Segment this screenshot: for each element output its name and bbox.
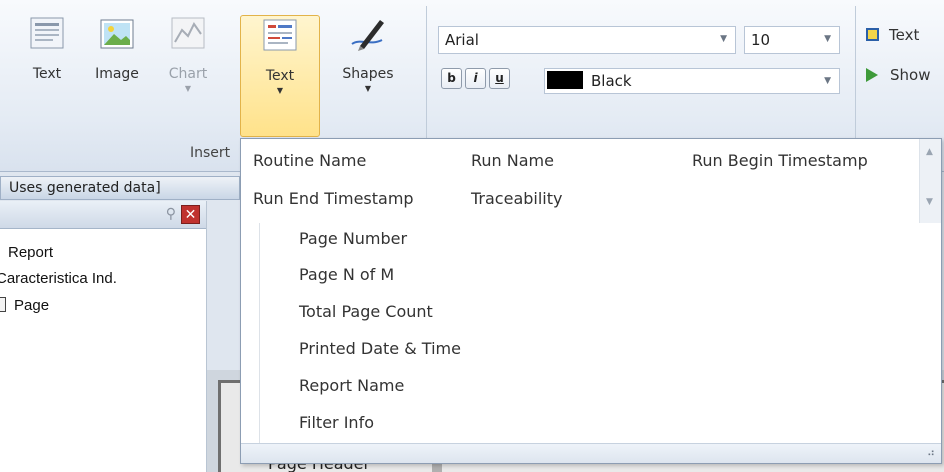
show-arrow-icon (866, 68, 878, 82)
chevron-down-icon: ▼ (276, 86, 284, 95)
shapes-pen-icon (351, 20, 384, 51)
menu-item-run-end-timestamp[interactable]: Run End Timestamp (253, 189, 414, 208)
menu-item-page-number[interactable]: Page Number (299, 229, 407, 248)
insert-text-button[interactable]: Text (20, 16, 74, 82)
menu-item-run-begin-timestamp[interactable]: Run Begin Timestamp (692, 151, 868, 170)
chevron-down-icon: ▼ (720, 34, 727, 44)
menu-item-traceability[interactable]: Traceability (471, 189, 562, 208)
menu-item-report-name[interactable]: Report Name (299, 376, 404, 395)
page-icon (0, 297, 6, 312)
scroll-down-icon[interactable]: ▼ (926, 197, 933, 207)
panel-header: ⚲ ✕ (0, 201, 206, 229)
underline-button[interactable]: u (489, 68, 510, 89)
menu-item-run-name[interactable]: Run Name (471, 151, 554, 170)
dropdown-scrollbar[interactable]: ▲ ▼ (919, 139, 941, 223)
text-icon (30, 17, 64, 49)
insert-group-label: Insert (190, 145, 231, 161)
insert-text-label: Text (32, 66, 62, 82)
menu-item-filter-info[interactable]: Filter Info (299, 413, 374, 432)
menu-item-routine-name[interactable]: Routine Name (253, 151, 366, 170)
chevron-down-icon: ▼ (824, 76, 831, 86)
insert-shapes-button[interactable]: Shapes ▼ (332, 16, 404, 93)
font-family-value: Arial (445, 31, 479, 49)
font-size-value: 10 (751, 31, 771, 49)
close-icon[interactable]: ✕ (181, 205, 200, 224)
font-family-select[interactable]: Arial ▼ (438, 26, 736, 54)
font-color-value: Black (591, 72, 632, 90)
chevron-down-icon: ▼ (824, 34, 831, 44)
chevron-down-icon: ▼ (364, 84, 372, 93)
menu-item-printed-date-time[interactable]: Printed Date & Time (299, 339, 461, 358)
text-field-dropdown: Routine Name Run Name Run Begin Timestam… (240, 138, 942, 464)
insert-shapes-label: Shapes (342, 66, 394, 82)
menu-item-page-n-of-m[interactable]: Page N of M (299, 265, 394, 284)
tree-item-caracteristica[interactable]: Caracteristica Ind. (0, 270, 117, 287)
bold-button[interactable]: b (441, 68, 462, 89)
data-source-label: Uses generated data] (9, 180, 161, 196)
tree-item-report[interactable]: Report (8, 244, 53, 261)
insert-chart-button[interactable]: Chart ▼ (166, 16, 210, 93)
insert-text-field-button[interactable]: Text ▼ (240, 15, 320, 137)
text-field-icon (263, 19, 297, 51)
font-color-select[interactable]: Black ▼ (544, 68, 840, 94)
font-color-swatch (547, 71, 583, 89)
data-source-bar: Uses generated data] (0, 176, 240, 200)
insert-image-button[interactable]: Image (86, 16, 148, 82)
insert-image-label: Image (95, 66, 139, 82)
menu-item-total-page-count[interactable]: Total Page Count (299, 302, 433, 321)
submenu-separator (259, 223, 260, 445)
text-box-link[interactable]: Text (866, 26, 919, 44)
chart-icon (171, 17, 205, 49)
chevron-down-icon: ▼ (184, 84, 192, 93)
font-size-select[interactable]: 10 ▼ (744, 26, 840, 54)
image-icon (100, 19, 134, 49)
show-link[interactable]: Show (866, 66, 930, 84)
pin-icon[interactable]: ⚲ (166, 206, 176, 222)
insert-chart-label: Chart (168, 66, 208, 82)
resize-grip-icon[interactable]: ⠴ (927, 446, 935, 459)
dropdown-footer: ⠴ (241, 443, 941, 463)
insert-text-field-label: Text (265, 68, 295, 84)
tree-item-page[interactable]: Page (0, 297, 49, 314)
italic-button[interactable]: i (465, 68, 486, 89)
text-box-icon (866, 28, 879, 41)
scroll-up-icon[interactable]: ▲ (926, 147, 933, 157)
report-tree-panel: ⚲ ✕ (0, 201, 207, 472)
